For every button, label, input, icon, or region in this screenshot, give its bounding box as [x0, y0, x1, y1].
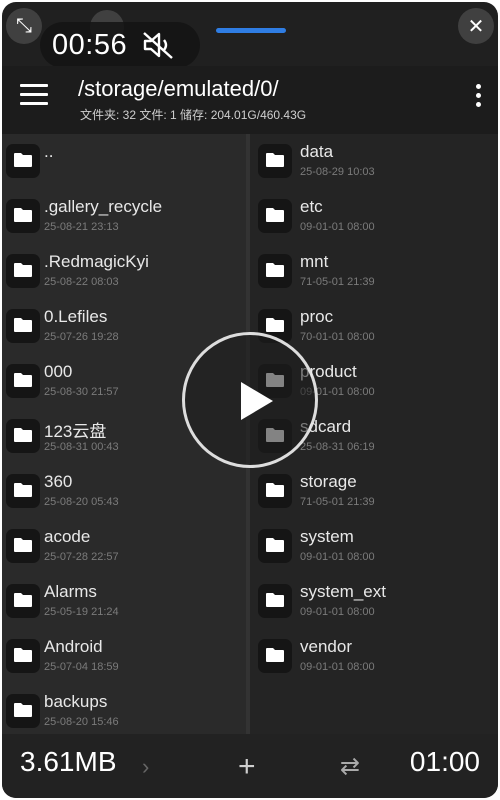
item-date: 25-08-21 23:13 — [44, 221, 119, 233]
item-name: 123云盘 — [44, 422, 107, 441]
item-name: Alarms — [44, 582, 97, 601]
folder-icon — [6, 639, 40, 673]
folder-icon — [258, 584, 292, 618]
item-date: 25-08-31 00:43 — [44, 441, 119, 453]
file-list-item[interactable]: vendor 09-01-01 08:00 — [250, 629, 498, 684]
item-name: etc — [300, 197, 323, 216]
drag-handle[interactable] — [216, 28, 286, 33]
item-name: 000 — [44, 362, 73, 381]
folder-icon — [258, 529, 292, 563]
fullscreen-exit-icon[interactable]: ⤡ — [6, 8, 42, 44]
item-name: .. — [44, 142, 54, 161]
file-list-item[interactable]: backups 25-08-20 15:46 — [2, 684, 246, 734]
folder-icon — [6, 694, 40, 728]
item-name: storage — [300, 472, 357, 491]
mute-icon[interactable] — [141, 30, 175, 60]
video-overlay-top: ⤡ 00:56 ✕ — [2, 2, 498, 68]
app-frame: ⤡ 00:56 ✕ /storage/emulated/0/ 文件夹: 32 文… — [2, 2, 498, 798]
chevron-right-icon[interactable]: › — [142, 754, 149, 780]
folder-icon — [6, 474, 40, 508]
item-date: 09-01-01 08:00 — [300, 661, 375, 673]
file-list-item[interactable]: system_ext 09-01-01 08:00 — [250, 574, 498, 629]
item-name: 0.Lefiles — [44, 307, 108, 326]
item-name: 360 — [44, 472, 73, 491]
swap-panes-icon[interactable]: ⇄ — [340, 752, 360, 781]
item-name: proc — [300, 307, 334, 326]
menu-icon[interactable] — [20, 84, 48, 108]
item-name: acode — [44, 527, 91, 546]
item-name: .gallery_recycle — [44, 197, 163, 216]
folder-icon — [6, 529, 40, 563]
folder-icon — [258, 474, 292, 508]
path-header: /storage/emulated/0/ 文件夹: 32 文件: 1 储存: 2… — [2, 66, 498, 134]
item-date: 25-08-20 15:46 — [44, 716, 119, 728]
folder-icon — [6, 364, 40, 398]
item-name: .RedmagicKyi — [44, 252, 149, 271]
item-name: system — [300, 527, 354, 546]
item-date: 71-05-01 21:39 — [300, 276, 375, 288]
close-icon[interactable]: ✕ — [458, 8, 494, 44]
file-size: 3.61MB — [20, 746, 117, 777]
item-date: 71-05-01 21:39 — [300, 496, 375, 508]
folder-icon — [6, 254, 40, 288]
file-list-item[interactable]: Alarms 25-05-19 21:24 — [2, 574, 246, 629]
play-icon — [241, 382, 273, 420]
item-date: 25-08-20 05:43 — [44, 496, 119, 508]
current-path: /storage/emulated/0/ — [78, 76, 279, 101]
item-date: 09-01-01 08:00 — [300, 551, 375, 563]
item-date: 70-01-01 08:00 — [300, 331, 375, 343]
item-date: 25-08-29 10:03 — [300, 166, 375, 178]
current-time: 00:56 — [52, 28, 128, 61]
file-list-item[interactable]: storage 71-05-01 21:39 — [250, 464, 498, 519]
folder-icon — [6, 584, 40, 618]
total-time: 01:00 — [409, 746, 480, 777]
folder-icon — [6, 419, 40, 453]
file-list-item[interactable]: .. — [2, 134, 246, 189]
file-list-item[interactable]: 360 25-08-20 05:43 — [2, 464, 246, 519]
bottom-bar: 3.61MB › + ⇄ 01:00 — [2, 734, 498, 798]
file-list-item[interactable]: .RedmagicKyi 25-08-22 08:03 — [2, 244, 246, 299]
folder-icon — [258, 639, 292, 673]
file-list-item[interactable]: acode 25-07-28 22:57 — [2, 519, 246, 574]
item-name: backups — [44, 692, 108, 711]
folder-icon — [258, 144, 292, 178]
file-list-item[interactable]: data 25-08-29 10:03 — [250, 134, 498, 189]
time-pill: 00:56 — [40, 22, 200, 68]
file-list-item[interactable]: Android 25-07-04 18:59 — [2, 629, 246, 684]
item-date: 25-07-26 19:28 — [44, 331, 119, 343]
file-list-item[interactable]: system 09-01-01 08:00 — [250, 519, 498, 574]
item-date: 09-01-01 08:00 — [300, 606, 375, 618]
play-button[interactable] — [182, 332, 318, 468]
item-date: 09-01-01 08:00 — [300, 221, 375, 233]
more-options-icon[interactable] — [476, 84, 482, 110]
item-date: 25-07-04 18:59 — [44, 661, 119, 673]
item-name: vendor — [300, 637, 352, 656]
folder-icon — [258, 199, 292, 233]
file-list-item[interactable]: mnt 71-05-01 21:39 — [250, 244, 498, 299]
item-name: mnt — [300, 252, 329, 271]
item-date: 25-08-22 08:03 — [44, 276, 119, 288]
item-date: 25-07-28 22:57 — [44, 551, 119, 563]
folder-icon — [6, 199, 40, 233]
item-date: 25-05-19 21:24 — [44, 606, 119, 618]
item-name: Android — [44, 637, 103, 656]
folder-icon — [6, 309, 40, 343]
add-button[interactable]: + — [238, 750, 256, 784]
folder-icon — [6, 144, 40, 178]
folder-icon — [258, 254, 292, 288]
file-list-item[interactable]: .gallery_recycle 25-08-21 23:13 — [2, 189, 246, 244]
item-name: system_ext — [300, 582, 386, 601]
item-name: data — [300, 142, 334, 161]
item-date: 25-08-30 21:57 — [44, 386, 119, 398]
file-list-item[interactable]: etc 09-01-01 08:00 — [250, 189, 498, 244]
item-date: 25-08-31 06:19 — [300, 441, 375, 453]
storage-info: 文件夹: 32 文件: 1 储存: 204.01G/460.43G — [80, 108, 307, 122]
